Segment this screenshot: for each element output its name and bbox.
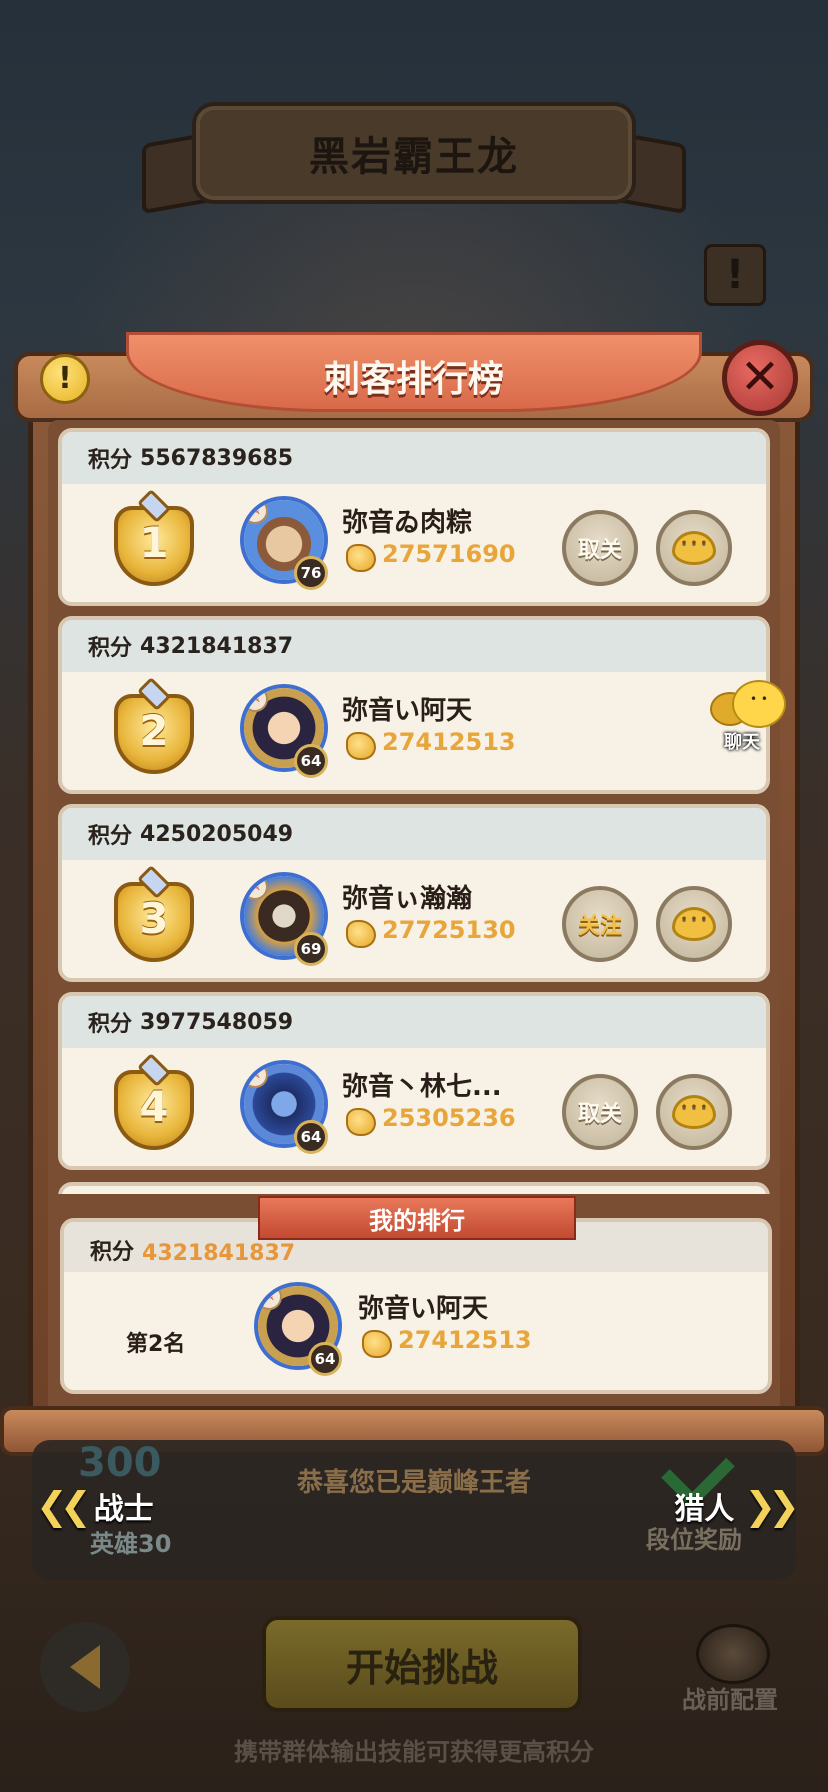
prev-class-button[interactable]: ❮❮ 战士 xyxy=(26,1484,154,1528)
chat-bubble-icon xyxy=(672,531,716,565)
next-class-label: 猎人 xyxy=(674,1492,735,1527)
boss-name: 黑岩霸王龙 xyxy=(309,134,519,180)
rank-badge-icon: 1 xyxy=(108,489,200,592)
unfollow-button[interactable]: 取关 xyxy=(562,1074,638,1150)
assassin-class-icon: ⚔ xyxy=(244,500,268,524)
score-bar: 积分 4250205049 xyxy=(62,808,766,860)
power-icon xyxy=(362,1330,392,1358)
hero-count: 英雄30 xyxy=(90,1530,172,1558)
my-player-name: 弥音い阿天 xyxy=(358,1294,489,1324)
panel-title: 刺客排行榜 xyxy=(323,359,504,400)
double-chevron-right-icon: ❯❯ xyxy=(744,1484,800,1528)
score-bar: 积分 5567839685 xyxy=(62,432,766,484)
tip-text: 携带群体输出技能可获得更高积分 xyxy=(234,1738,594,1766)
assassin-class-icon: ⚔ xyxy=(258,1286,282,1310)
chat-emoji-icon xyxy=(732,680,786,728)
rank-badge-icon: 3 xyxy=(108,865,200,968)
ranking-row-3: 积分 4250205049 3 ⚔ 69 弥音ぃ瀚瀚 27725130 关注 xyxy=(58,804,770,982)
score-value: 4250205049 xyxy=(140,821,294,847)
power-icon xyxy=(346,544,376,572)
rank-badge-icon: 2 xyxy=(108,677,200,780)
pre-config-icon[interactable] xyxy=(696,1624,770,1684)
my-rank-tag: 我的排行 xyxy=(258,1196,576,1240)
unfollow-button[interactable]: 取关 xyxy=(562,510,638,586)
score-value: 4321841837 xyxy=(140,633,294,659)
player-name: 弥音丶林七... xyxy=(342,1072,502,1102)
level-badge: 76 xyxy=(294,556,328,590)
score-label: 积分 xyxy=(88,1012,133,1037)
alert-sign-icon: ! xyxy=(704,244,766,306)
level-badge: 64 xyxy=(308,1342,342,1376)
rank-number: 2 xyxy=(139,706,169,755)
info-icon[interactable]: ! xyxy=(40,354,90,404)
score-bar: 积分 4321841837 xyxy=(62,620,766,672)
prev-class-label: 战士 xyxy=(93,1492,154,1527)
double-chevron-left-icon: ❮❮ xyxy=(36,1484,92,1528)
start-challenge-button[interactable]: 开始挑战 xyxy=(262,1616,582,1712)
level-badge: 69 xyxy=(294,932,328,966)
rank-number: 4 xyxy=(139,1082,169,1131)
level-badge: 64 xyxy=(294,1120,328,1154)
ranking-row-1: 积分 5567839685 1 ⚔ 76 弥音ゐ肉粽 27571690 取关 xyxy=(58,428,770,606)
my-power-value: 27412513 xyxy=(398,1326,532,1354)
ranking-row-4: 积分 3977548059 4 ⚔ 64 弥音丶林七... 25305236 取… xyxy=(58,992,770,1170)
ranking-row-2: 积分 4321841837 2 ⚔ 64 弥音い阿天 27412513 xyxy=(58,616,770,794)
score-label: 积分 xyxy=(88,448,133,473)
power-icon xyxy=(346,1108,376,1136)
score-label: 积分 xyxy=(88,824,133,849)
score-label: 积分 xyxy=(90,1240,135,1265)
power-value: 27412513 xyxy=(382,728,516,756)
assassin-class-icon: ⚔ xyxy=(244,688,268,712)
player-name: 弥音い阿天 xyxy=(342,696,473,726)
score-bar: 积分 3977548059 xyxy=(62,996,766,1048)
score-value: 3977548059 xyxy=(140,1009,294,1035)
level-badge: 64 xyxy=(294,744,328,778)
player-name: 弥音ゐ肉粽 xyxy=(342,508,473,538)
follow-button[interactable]: 关注 xyxy=(562,886,638,962)
boss-title-banner: 黑岩霸王龙 xyxy=(142,98,686,218)
power-icon xyxy=(346,920,376,948)
assassin-class-icon: ⚔ xyxy=(244,876,268,900)
chat-bubble-icon xyxy=(672,907,716,941)
my-rank-position: 第2名 xyxy=(126,1332,186,1357)
power-value: 27571690 xyxy=(382,540,516,568)
power-value: 25305236 xyxy=(382,1104,516,1132)
next-class-button[interactable]: 猎人 ❯❯ xyxy=(674,1484,802,1528)
rank-number: 1 xyxy=(139,518,169,567)
assassin-class-icon: ⚔ xyxy=(244,1064,268,1088)
chat-label: 聊天 xyxy=(724,732,760,753)
pre-config-label[interactable]: 战前配置 xyxy=(682,1680,778,1715)
chat-button[interactable] xyxy=(656,1074,732,1150)
chat-button[interactable] xyxy=(656,510,732,586)
ranking-list[interactable]: 积分 5567839685 1 ⚔ 76 弥音ゐ肉粽 27571690 取关 积… xyxy=(48,420,780,1200)
score-label: 积分 xyxy=(88,636,133,661)
rank-badge-icon: 4 xyxy=(108,1053,200,1156)
player-name: 弥音ぃ瀚瀚 xyxy=(342,884,473,914)
my-rank-card: 积分 4321841837 第2名 ⚔ 64 弥音い阿天 27412513 xyxy=(60,1218,772,1394)
back-button[interactable] xyxy=(40,1622,130,1712)
floating-chat-button[interactable]: 聊天 xyxy=(710,676,786,756)
chat-bubble-icon xyxy=(672,1095,716,1129)
chat-button[interactable] xyxy=(656,886,732,962)
back-arrow-icon xyxy=(70,1645,100,1689)
rank-number: 3 xyxy=(139,894,169,943)
close-button[interactable]: ✕ xyxy=(722,340,798,416)
power-value: 27725130 xyxy=(382,916,516,944)
power-icon xyxy=(346,732,376,760)
my-score-value: 4321841837 xyxy=(142,1241,296,1266)
score-value: 5567839685 xyxy=(140,445,294,471)
